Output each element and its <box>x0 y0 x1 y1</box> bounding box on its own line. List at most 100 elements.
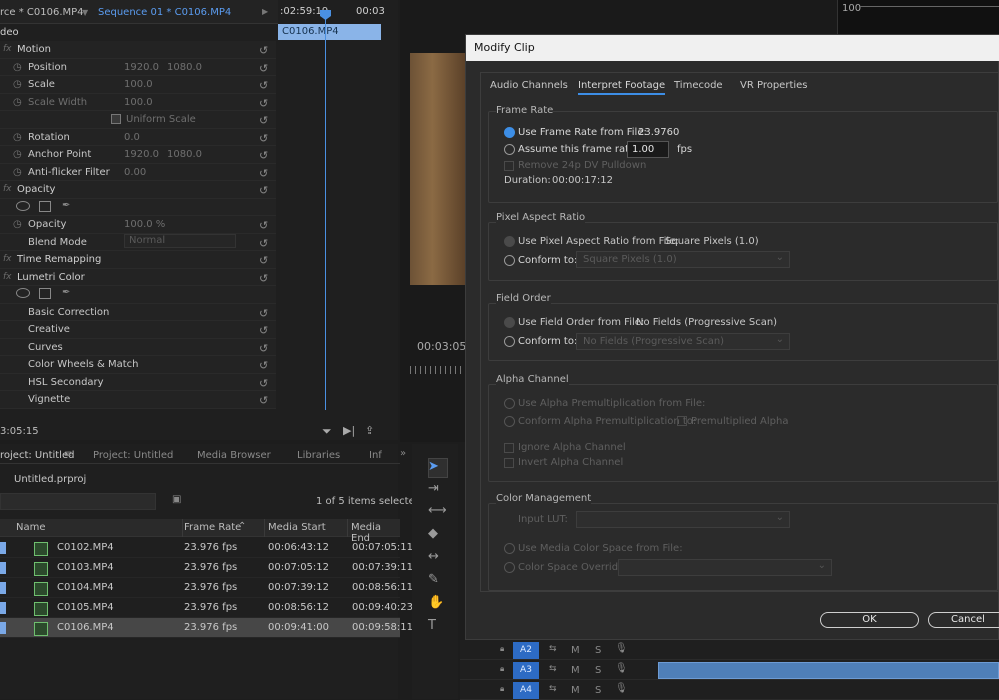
reset-icon[interactable]: ↺ <box>259 324 268 337</box>
effect-row[interactable]: ◷ Scale Width 100.0 ↺ <box>0 93 276 111</box>
filter-icon[interactable]: ⏷ <box>322 424 332 439</box>
ellipse-mask-icon[interactable] <box>16 200 30 211</box>
invert-alpha-checkbox[interactable] <box>504 458 514 468</box>
reset-icon[interactable]: ↺ <box>259 342 268 355</box>
stopwatch-icon[interactable]: ◷ <box>13 167 22 178</box>
mic-icon[interactable]: 🎙︎ <box>615 643 628 654</box>
stopwatch-icon[interactable]: ◷ <box>13 219 22 230</box>
effect-row[interactable]: Basic Correction ↺ <box>0 303 276 321</box>
reset-icon[interactable]: ↺ <box>259 394 268 407</box>
time-ruler[interactable] <box>410 366 466 374</box>
mute-button[interactable]: M <box>571 665 580 676</box>
par-select[interactable]: Square Pixels (1.0) <box>576 250 790 268</box>
bin-icon[interactable]: ▣ <box>172 494 181 505</box>
lock-icon[interactable]: 🔒︎ <box>500 664 504 674</box>
pen-icon[interactable]: ✎ <box>428 572 439 587</box>
current-time[interactable]: 3:05:15 <box>0 426 39 437</box>
ok-button[interactable]: OK <box>820 612 919 628</box>
project-item[interactable]: C0102.MP4 23.976 fps 00:06:43:12 00:07:05:1… <box>0 538 413 558</box>
track-select-icon[interactable]: ⇥ <box>428 481 439 496</box>
lock-icon[interactable]: 🔒︎ <box>500 644 504 654</box>
clip-bar[interactable]: C0106.MP4 <box>278 24 381 40</box>
tab-interpret-footage[interactable]: Interpret Footage <box>578 80 666 95</box>
effect-row[interactable]: ◷ Position 1920.0 1080.0 ↺ <box>0 58 276 76</box>
reset-icon[interactable]: ↺ <box>259 254 268 267</box>
effect-row[interactable]: Creative ↺ <box>0 321 276 339</box>
razor-icon[interactable]: ◆ <box>428 526 438 541</box>
effect-row[interactable]: fx Motion ↺ <box>0 41 276 59</box>
conform-field-label[interactable]: Conform to: <box>518 336 577 347</box>
tab-libraries[interactable]: Libraries <box>297 450 340 461</box>
reset-icon[interactable]: ↺ <box>259 167 268 180</box>
playhead-line[interactable] <box>325 10 326 410</box>
mute-button[interactable]: M <box>571 685 580 696</box>
mic-icon[interactable]: 🎙︎ <box>615 683 628 694</box>
project-item[interactable]: C0105.MP4 23.976 fps 00:08:56:12 00:09:40:2… <box>0 598 413 618</box>
solo-button[interactable]: S <box>595 685 601 696</box>
fx-icon[interactable]: fx <box>3 184 12 194</box>
fx-icon[interactable]: fx <box>3 254 12 264</box>
tab-sequence[interactable]: Sequence 01 * C0106.MP4 <box>98 7 231 18</box>
input-lut-select[interactable] <box>576 510 790 528</box>
effect-row[interactable]: Curves ↺ <box>0 338 276 356</box>
effect-row[interactable]: ◷ Anchor Point 1920.0 1080.0 ↺ <box>0 146 276 164</box>
effect-row[interactable]: Color Wheels & Match ↺ <box>0 356 276 374</box>
property-value-1[interactable]: 100.0 <box>124 79 153 90</box>
reset-icon[interactable]: ↺ <box>259 219 268 232</box>
solo-button[interactable]: S <box>595 665 601 676</box>
premult-file-radio[interactable] <box>504 398 515 409</box>
cancel-button[interactable]: Cancel <box>928 612 999 628</box>
effect-row[interactable]: Vignette ↺ <box>0 391 276 409</box>
effect-row[interactable]: ✒ <box>0 198 276 216</box>
sync-icon[interactable]: ⇆ <box>549 684 557 694</box>
menu-icon[interactable]: ≡ <box>64 449 72 460</box>
property-value-1[interactable]: 1920.0 <box>124 149 159 160</box>
effect-row[interactable]: Uniform Scale ↺ <box>0 111 276 129</box>
stopwatch-icon[interactable]: ◷ <box>13 149 22 160</box>
col-media-start[interactable]: Media Start <box>268 522 326 533</box>
frame-rate-input[interactable]: 1.00 <box>627 141 669 158</box>
override-color-radio[interactable] <box>504 562 515 573</box>
track-label[interactable]: A2 <box>513 642 539 659</box>
effect-row[interactable]: ◷ Rotation 0.0 ↺ <box>0 128 276 146</box>
reset-icon[interactable]: ↺ <box>259 62 268 75</box>
ellipse-mask-icon[interactable] <box>16 288 30 298</box>
tab-timecode[interactable]: Timecode <box>674 80 723 91</box>
project-item[interactable]: C0106.MP4 23.976 fps 00:09:41:00 00:09:58:1… <box>0 618 413 638</box>
slip-icon[interactable]: ↔ <box>428 549 439 564</box>
stopwatch-icon[interactable]: ◷ <box>13 132 22 143</box>
stopwatch-icon[interactable]: ◷ <box>13 62 22 73</box>
effect-row[interactable]: HSL Secondary ↺ <box>0 373 276 391</box>
rect-mask-icon[interactable] <box>39 288 51 299</box>
effect-row[interactable]: ◷ Scale 100.0 ↺ <box>0 76 276 94</box>
uniform-scale-checkbox[interactable] <box>111 114 121 124</box>
property-value-1[interactable]: 0.00 <box>124 167 146 178</box>
assume-rate-label[interactable]: Assume this frame rate: <box>518 144 639 155</box>
col-frame-rate[interactable]: Frame Rate <box>184 522 241 533</box>
property-value-1[interactable]: 100.0 <box>124 97 153 108</box>
field-select[interactable]: No Fields (Progressive Scan) <box>576 332 790 350</box>
col-name[interactable]: Name <box>16 522 46 533</box>
pulldown-checkbox[interactable] <box>504 161 514 171</box>
reset-icon[interactable]: ↺ <box>259 114 268 127</box>
use-file-par-label[interactable]: Use Pixel Aspect Ratio from File: <box>518 236 679 247</box>
effect-row[interactable]: ◷ Opacity 100.0 % ↺ <box>0 216 276 234</box>
effect-row[interactable]: ✒ <box>0 286 276 304</box>
media-color-radio[interactable] <box>504 543 515 554</box>
effect-row[interactable]: Blend Mode Normal ↺ <box>0 233 276 251</box>
reset-icon[interactable]: ↺ <box>259 97 268 110</box>
rect-mask-icon[interactable] <box>39 200 51 212</box>
sort-asc-icon[interactable]: ⌃ <box>238 521 246 532</box>
ripple-edit-icon[interactable]: ⟷ <box>428 503 447 518</box>
hand-icon[interactable]: ✋ <box>428 595 444 610</box>
fx-icon[interactable]: fx <box>3 272 12 282</box>
ignore-alpha-checkbox[interactable] <box>504 443 514 453</box>
sync-icon[interactable]: ⇆ <box>549 664 557 674</box>
property-value-2[interactable]: 1080.0 <box>167 149 202 160</box>
tab-source[interactable]: rce * C0106.MP4 <box>0 7 84 18</box>
property-value-1[interactable]: 0.0 <box>124 132 140 143</box>
chevron-right-icon[interactable]: ▶ <box>262 7 268 16</box>
effect-row[interactable]: fx Opacity ↺ <box>0 181 276 199</box>
assume-rate-radio[interactable] <box>504 144 515 155</box>
search-input[interactable] <box>0 493 156 510</box>
